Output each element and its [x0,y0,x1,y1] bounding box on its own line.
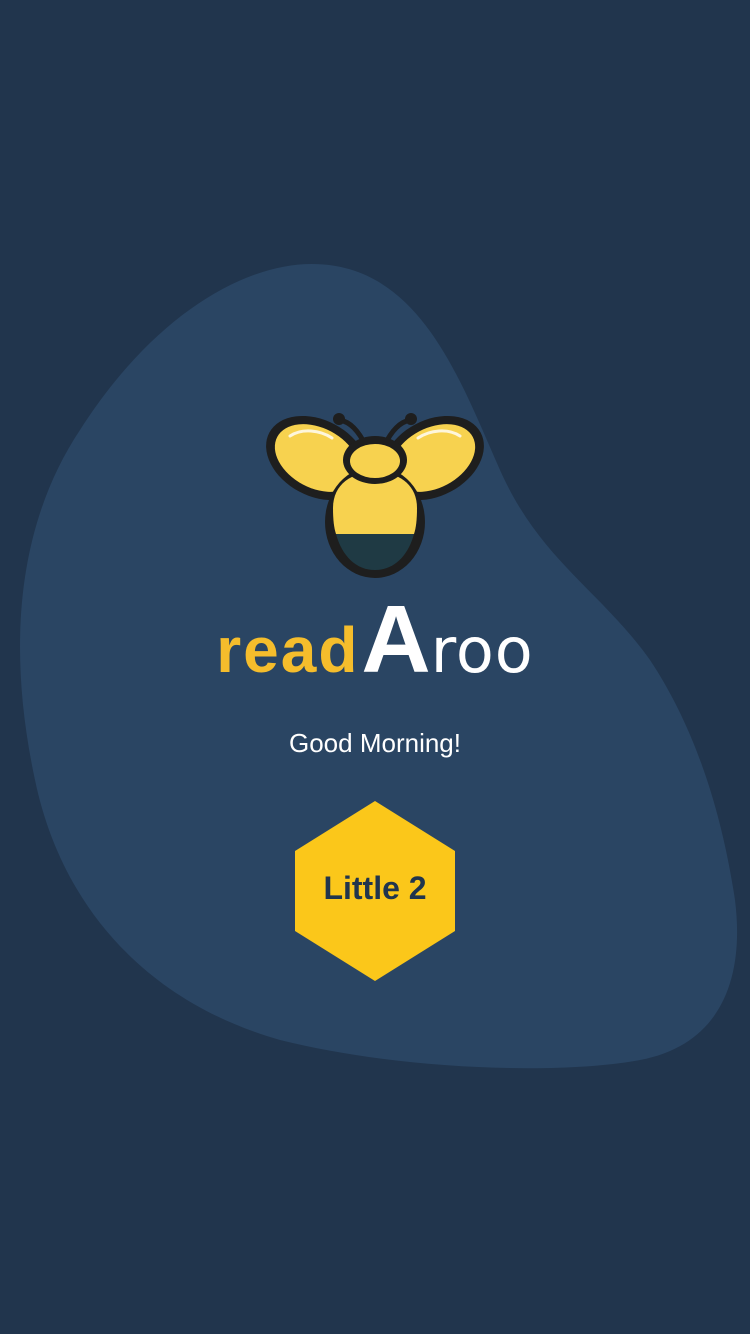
logo-text-roo: roo [430,614,534,687]
logo-text-a: A [361,586,431,693]
level-label: Little 2 [323,870,427,906]
app-logo-wordmark: readAroo [0,592,750,692]
bee-icon [266,413,484,578]
splash-screen: readAroo Good Morning! Little 2 [0,0,750,1334]
level-badge-button[interactable]: Little 2 [294,800,456,982]
greeting-text: Good Morning! [289,728,461,758]
logo-text-read: read [216,614,360,686]
